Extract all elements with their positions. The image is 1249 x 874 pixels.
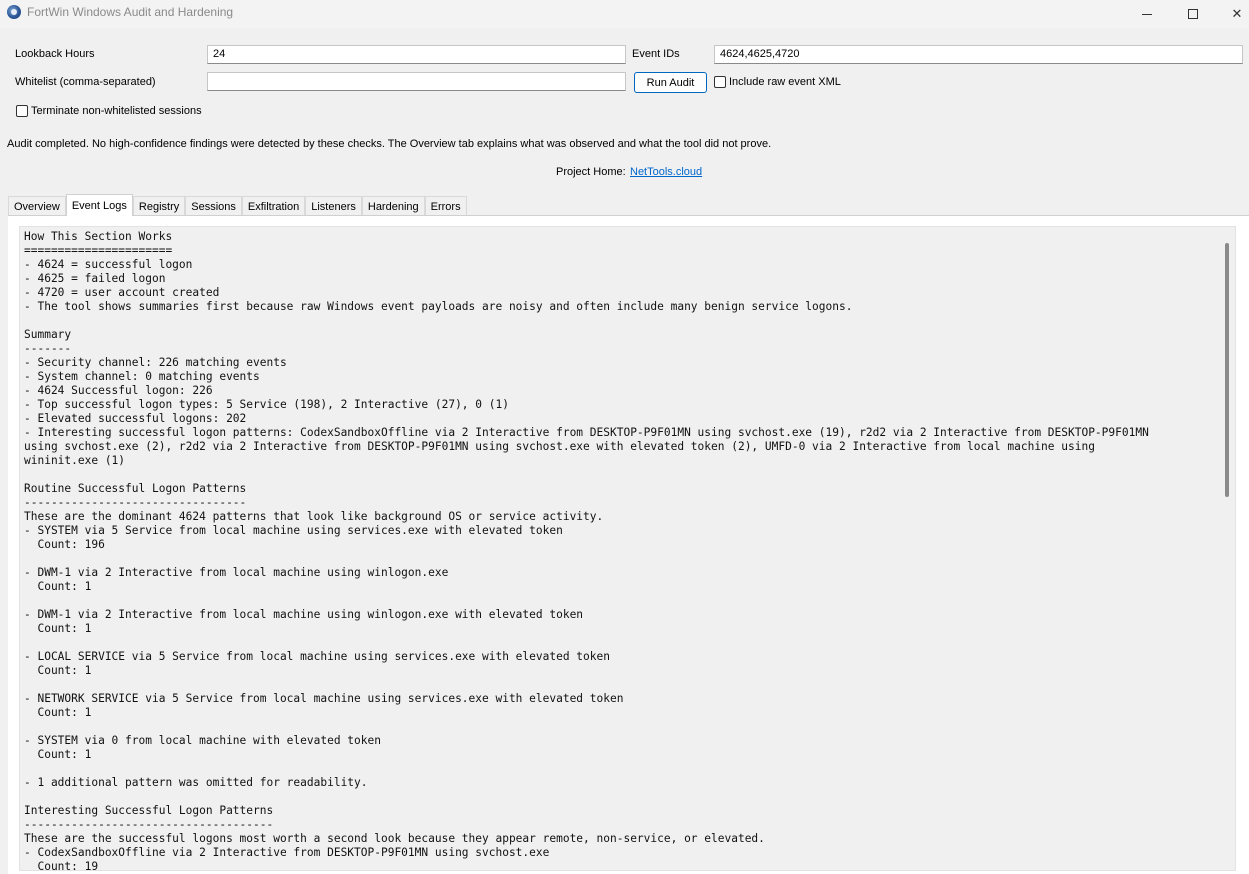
log-line: - 4720 = user account created: [24, 286, 220, 299]
tab-listeners[interactable]: Listeners: [305, 196, 362, 216]
log-line: - Security channel: 226 matching events: [24, 356, 287, 369]
log-line: - System channel: 0 matching events: [24, 370, 260, 383]
log-line: - Elevated successful logons: 202: [24, 412, 247, 425]
scrollbar-thumb[interactable]: [1225, 243, 1229, 497]
project-home-label: Project Home:: [556, 166, 626, 178]
log-line: Count: 1: [24, 580, 92, 593]
tab-overview[interactable]: Overview: [8, 196, 66, 216]
log-line: - The tool shows summaries first because…: [24, 300, 853, 313]
maximize-icon: [1188, 9, 1198, 19]
event-logs-panel: How This Section Works ==================…: [8, 215, 1249, 874]
tab-event-logs[interactable]: Event Logs: [65, 194, 133, 216]
log-line: - DWM-1 via 2 Interactive from local mac…: [24, 566, 449, 579]
tab-hardening[interactable]: Hardening: [361, 196, 425, 216]
log-line: - SYSTEM via 5 Service from local machin…: [24, 524, 563, 537]
terminate-sessions-label[interactable]: Terminate non-whitelisted sessions: [31, 105, 202, 117]
log-line: - CodexSandboxOffline via 2 Interactive …: [24, 846, 550, 859]
status-message: Audit completed. No high-confidence find…: [7, 138, 772, 150]
log-line: - 4624 Successful logon: 226: [24, 384, 213, 397]
log-line: - LOCAL SERVICE via 5 Service from local…: [24, 650, 610, 663]
log-line: - 1 additional pattern was omitted for r…: [24, 776, 368, 789]
log-line: How This Section Works: [24, 230, 173, 243]
log-line: Routine Successful Logon Patterns: [24, 482, 247, 495]
log-line: Count: 19: [24, 860, 99, 871]
log-line: - DWM-1 via 2 Interactive from local mac…: [24, 608, 584, 621]
tab-exfiltration[interactable]: Exfiltration: [241, 196, 306, 216]
log-line: Count: 1: [24, 664, 92, 677]
minimize-icon: [1142, 13, 1152, 15]
event-ids-label: Event IDs: [632, 48, 680, 60]
log-line: Summary: [24, 328, 72, 341]
log-line: - 4625 = failed logon: [24, 272, 166, 285]
log-line: - Top successful logon types: 5 Service …: [24, 398, 509, 411]
shield-globe-icon: [7, 5, 21, 19]
log-line: -------------------------------------: [24, 818, 274, 831]
include-raw-xml-label[interactable]: Include raw event XML: [729, 76, 841, 88]
event-log-text: How This Section Works ==================…: [20, 227, 1235, 871]
log-line: Count: 1: [24, 622, 92, 635]
close-icon: ✕: [1231, 6, 1243, 22]
lookback-hours-input[interactable]: 24: [207, 45, 626, 64]
log-line: using svchost.exe (2), r2d2 via 2 Intera…: [24, 440, 1095, 453]
log-line: These are the dominant 4624 patterns tha…: [24, 510, 604, 523]
include-raw-xml-checkbox[interactable]: [714, 76, 726, 88]
close-button[interactable]: ✕: [1214, 0, 1249, 28]
event-ids-input[interactable]: 4624,4625,4720: [714, 45, 1243, 64]
project-home-link[interactable]: NetTools.cloud: [630, 166, 702, 178]
lookback-hours-label: Lookback Hours: [15, 48, 95, 60]
log-line: ======================: [24, 244, 173, 257]
tab-sessions[interactable]: Sessions: [185, 196, 242, 216]
minimize-button[interactable]: [1124, 0, 1170, 28]
log-line: Interesting Successful Logon Patterns: [24, 804, 274, 817]
maximize-button[interactable]: [1170, 0, 1216, 28]
run-audit-button[interactable]: Run Audit: [634, 72, 707, 93]
log-line: - NETWORK SERVICE via 5 Service from loc…: [24, 692, 624, 705]
whitelist-label: Whitelist (comma-separated): [15, 76, 156, 88]
vertical-scrollbar[interactable]: [1219, 227, 1235, 870]
terminate-sessions-checkbox[interactable]: [16, 105, 28, 117]
title-bar[interactable]: FortWin Windows Audit and Hardening ✕: [0, 0, 1249, 28]
log-line: -------: [24, 342, 72, 355]
event-log-output[interactable]: How This Section Works ==================…: [19, 226, 1236, 871]
log-line: Count: 1: [24, 706, 92, 719]
tab-registry[interactable]: Registry: [132, 196, 186, 216]
log-line: ---------------------------------: [24, 496, 247, 509]
log-line: Count: 1: [24, 748, 92, 761]
log-line: - Interesting successful logon patterns:…: [24, 426, 1149, 439]
log-line: These are the successful logons most wor…: [24, 832, 765, 845]
log-line: - SYSTEM via 0 from local machine with e…: [24, 734, 381, 747]
tab-errors[interactable]: Errors: [424, 196, 467, 216]
window-title: FortWin Windows Audit and Hardening: [27, 5, 234, 19]
log-line: wininit.exe (1): [24, 454, 126, 467]
tab-strip: Overview Event Logs Registry Sessions Ex…: [8, 194, 467, 216]
log-line: - 4624 = successful logon: [24, 258, 193, 271]
log-line: Count: 196: [24, 538, 105, 551]
whitelist-input[interactable]: [207, 72, 626, 91]
